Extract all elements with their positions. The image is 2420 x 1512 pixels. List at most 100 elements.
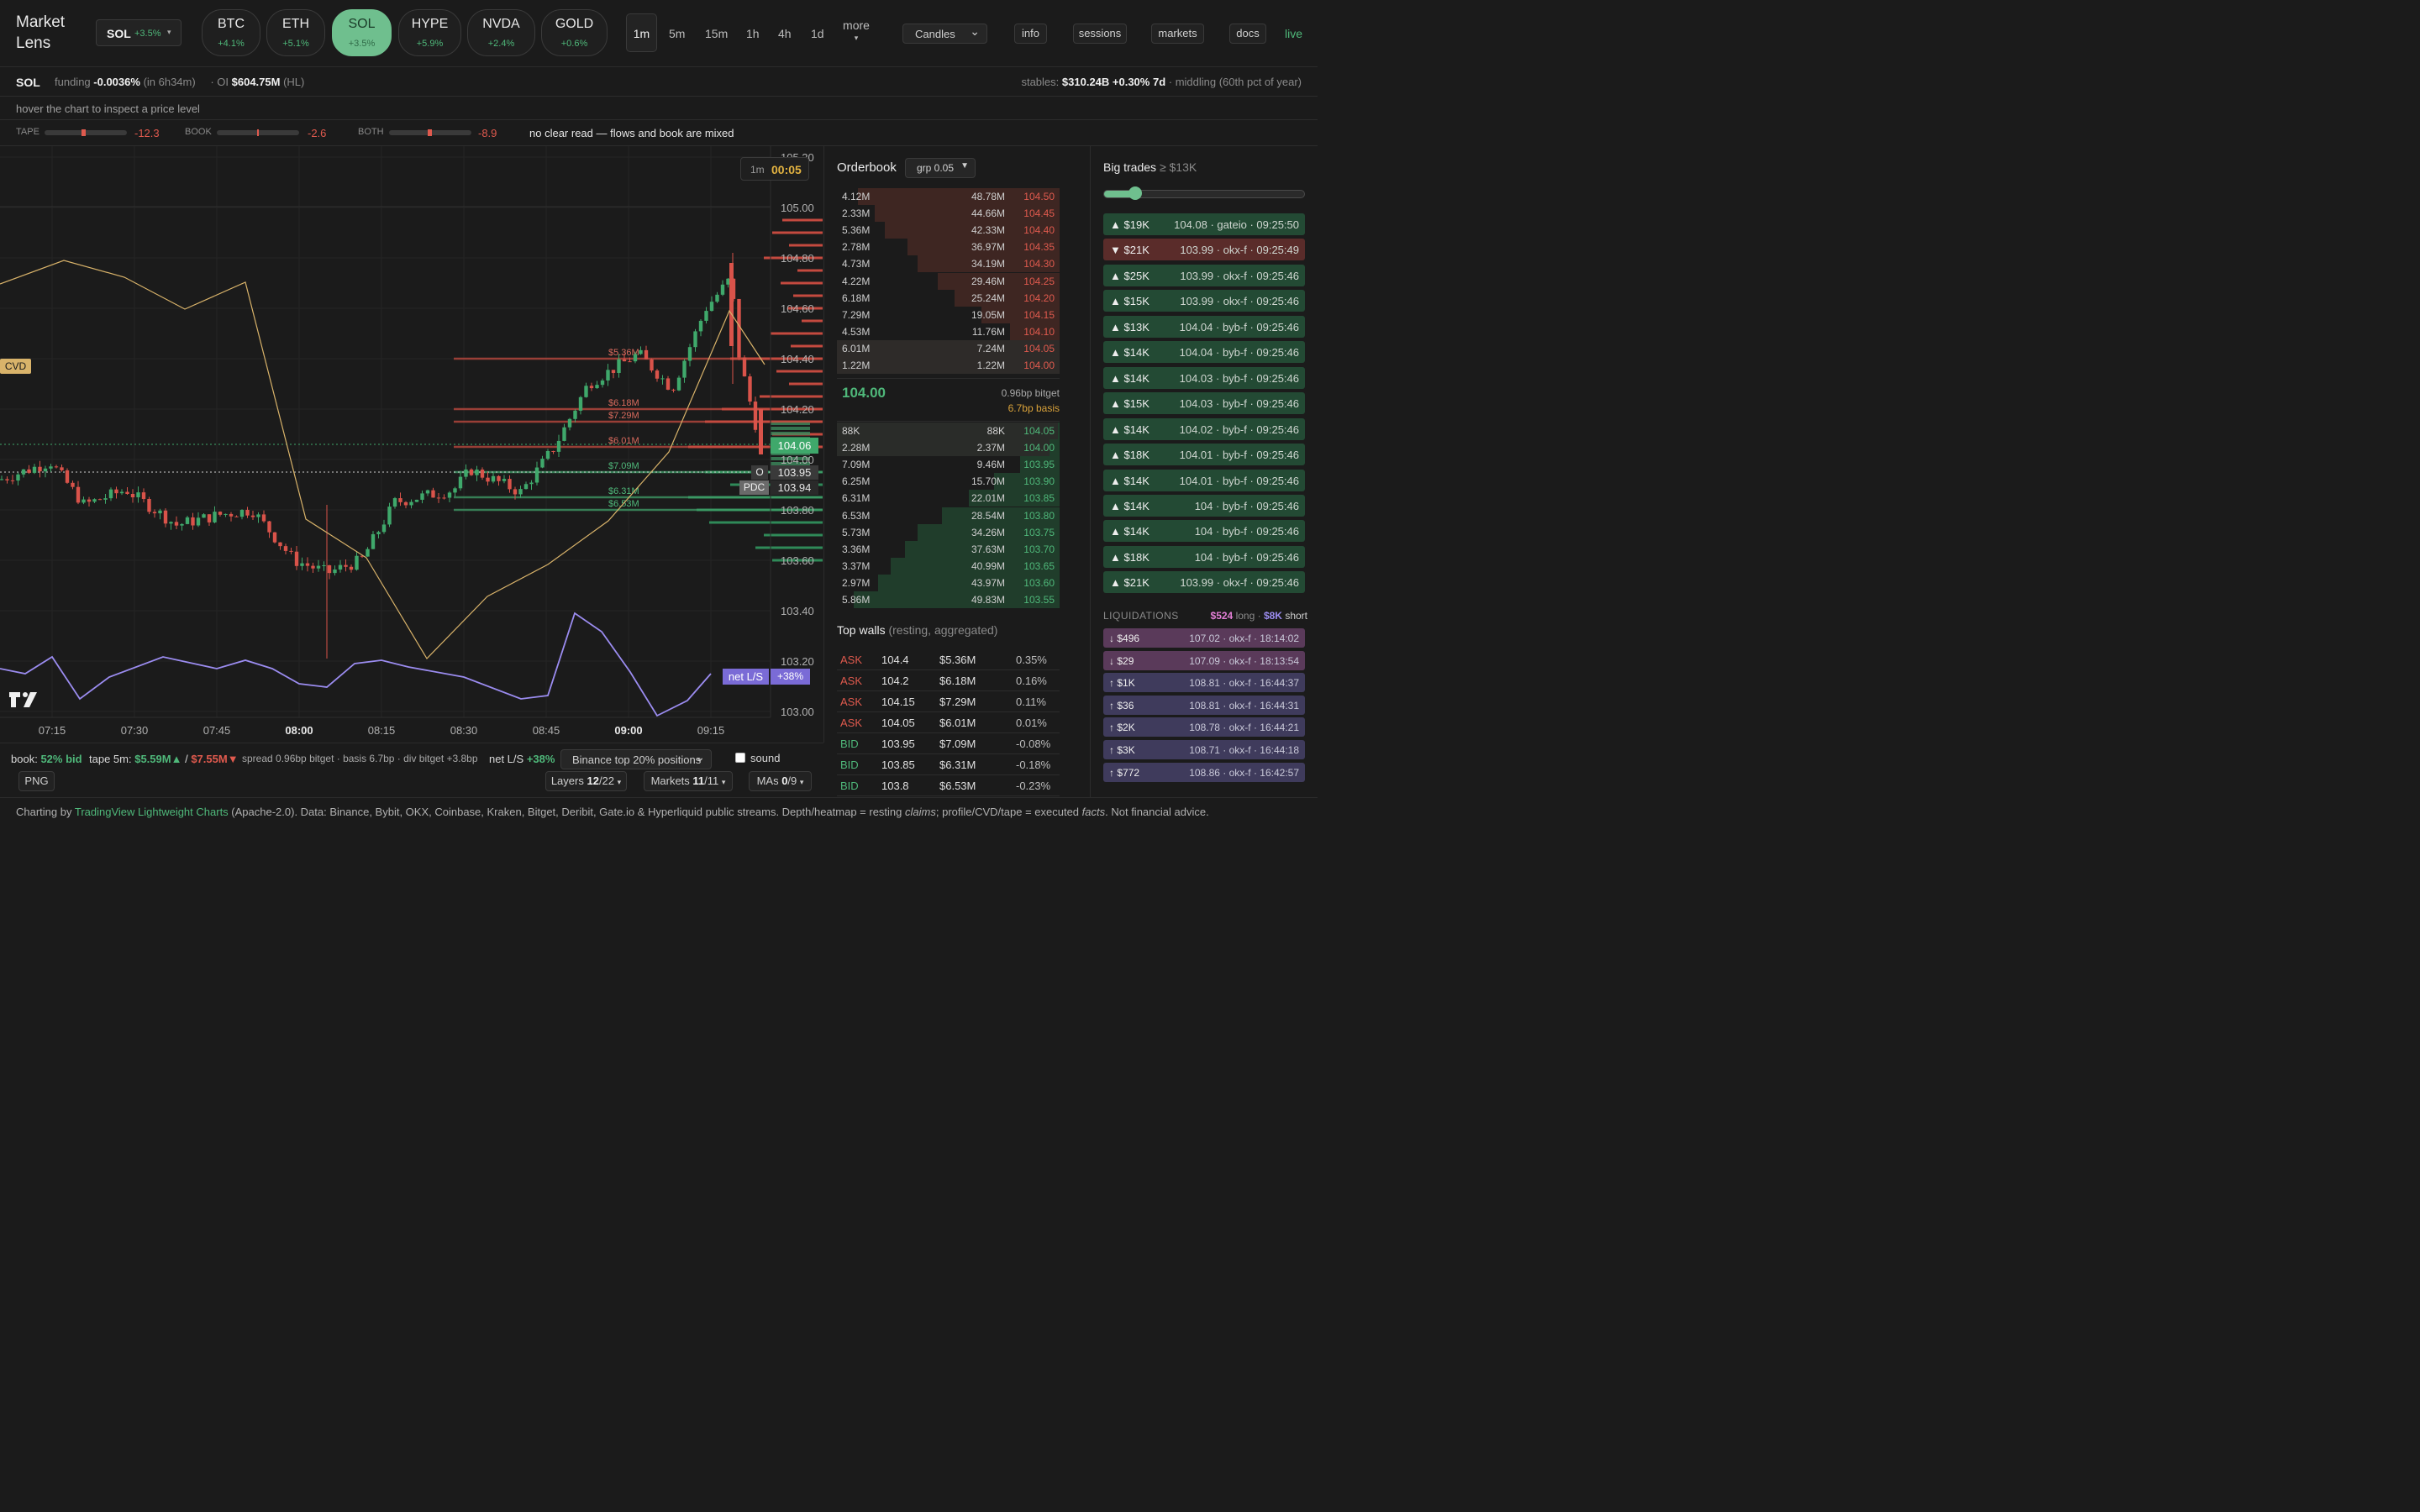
candle-body [759,409,763,454]
bid-size: 88K [842,425,860,437]
candle-body [97,499,103,501]
candle-body [436,497,441,499]
timeframe-1h[interactable]: 1h [746,27,760,40]
symbol-pill-gold[interactable]: GOLD +0.6% [541,9,608,56]
symbol-pill-btc[interactable]: BTC +4.1% [202,9,260,56]
candle-body [54,466,59,468]
tradingview-link[interactable]: TradingView Lightweight Charts [75,806,229,818]
candle-body [76,486,81,503]
candle-body [60,467,64,470]
mas-button[interactable]: MAs 0/9 ▾ [749,771,812,791]
wall-price: 103.85 [881,759,915,771]
info-row: SOL funding -0.0036% (in 6h34m) · OI $60… [0,67,1318,97]
wall-label: $6.18M [608,398,639,408]
candle-body [245,509,250,516]
bid-cumulative: 15.70M [971,475,1005,488]
candle-body [65,470,70,483]
candle-body [639,349,643,354]
ask-price: 104.25 [1023,275,1055,287]
symbol-select[interactable]: SOL +3.5% ▾ [96,19,182,46]
timeframe-1d[interactable]: 1d [811,27,824,40]
time-tick: 07:30 [121,724,149,737]
ask-row: 1.22M 1.22M 104.00 [837,357,1060,374]
info-symbol: SOL [16,76,40,89]
trade-amount: $14K [1123,499,1150,512]
layers-button[interactable]: Layers 12/22 ▾ [545,771,627,791]
timeframe-5m[interactable]: 5m [669,27,685,40]
tape-meter [45,129,127,136]
big-trades-panel: Big trades ≥ $13K ▲ $19K 104.08 · gateio … [1090,146,1318,797]
candle-body [376,532,381,534]
threshold-slider-handle[interactable] [1128,186,1142,200]
ask-cumulative: 7.24M [976,342,1005,354]
docs-button[interactable]: docs [1229,24,1266,44]
threshold-slider[interactable] [1103,186,1305,200]
liquidation-detail: 107.09 · okx-f · 18:13:54 [1189,654,1299,667]
price-chart[interactable]: $5.36M $6.18M $7.29M $6.01M $7.09M $6.31M $6.5… [0,146,824,743]
symbol-pill-hype[interactable]: HYPE +5.9% [398,9,461,56]
png-export-button[interactable]: PNG [18,771,55,791]
timeframe-15m[interactable]: 15m [705,27,728,40]
trade-amount: $19K [1123,218,1150,231]
trade-amount: $14K [1123,346,1150,360]
trade-amount: $13K [1123,320,1150,333]
ask-price: 104.05 [1023,342,1055,354]
bid-row: 3.37M 40.99M 103.65 [837,557,1060,575]
candle-body [27,469,31,473]
candle-body [584,386,588,397]
info-button[interactable]: info [1014,24,1047,44]
trade-row: ▲ $19K 104.08 · gateio · 09:25:50 [1103,213,1305,235]
liquidation-amount: $3K [1117,744,1135,756]
price-tick: 103.40 [781,605,814,617]
candle-body [606,370,610,381]
candle-body [305,563,310,566]
candle-body [545,450,550,459]
price-tick: 104.40 [781,353,814,365]
candle-body [114,489,118,494]
orderbook-group-select[interactable]: grp 0.05 ▼ [905,158,976,178]
symbol-pill-nvda[interactable]: NVDA +2.4% [467,9,535,56]
sound-checkbox[interactable] [735,753,745,763]
bid-cumulative: 2.37M [976,442,1005,454]
candle-body [147,498,151,512]
markets-filter-button[interactable]: Markets 11/11 ▾ [644,771,733,791]
live-status: live [1285,27,1303,40]
trade-detail: 104.04 · byb-f · 09:25:46 [1179,320,1299,333]
candle-body [529,482,534,485]
heatmap-bid-bar [709,521,823,524]
timeframe-4h[interactable]: 4h [778,27,792,40]
candle-body [508,479,512,490]
both-score: -8.9 [478,127,497,139]
candle-body [21,469,26,475]
bid-size: 3.36M [842,543,871,555]
candle-body [180,523,184,526]
sessions-button[interactable]: sessions [1073,24,1127,44]
trade-amount: $14K [1123,423,1150,436]
bid-size: 7.09M [842,459,871,471]
chart-canvas[interactable]: $5.36M$6.18M$7.29M$6.01M$7.09M$6.31M$6.5… [0,146,823,743]
positions-select[interactable]: Binance top 20% positions ⌄ [560,749,712,769]
trade-detail: 103.99 · okx-f · 09:25:46 [1180,269,1299,282]
timeframe-1m[interactable]: 1m [626,13,657,52]
candle-body [458,476,463,489]
candle-body [0,479,4,480]
symbol-pill-sol[interactable]: SOL +3.5% [332,9,392,56]
trade-detail: 104.01 · byb-f · 09:25:46 [1179,449,1299,462]
wall-distance: 0.16% [1016,675,1047,687]
pill-name: GOLD [555,17,594,31]
symbol-pill-eth[interactable]: ETH +5.1% [266,9,325,56]
ask-price: 104.00 [1023,360,1055,371]
candle-body [371,533,376,549]
arrow-down-icon: ↓ [1109,654,1114,667]
timeframe-more[interactable]: more ▾ [843,18,870,43]
bid-price: 103.65 [1023,559,1055,572]
bid-row: 5.86M 49.83M 103.55 [837,591,1060,608]
wall-price: 104.4 [881,654,909,666]
pill-change: +2.4% [487,39,515,49]
markets-button[interactable]: markets [1151,24,1204,44]
trade-amount: $14K [1123,525,1150,538]
trade-amount: $15K [1123,397,1150,411]
ask-size: 6.01M [842,342,871,354]
chart-type-select[interactable]: Candles ⌄ [902,24,987,44]
wall-size: $7.09M [939,738,976,750]
